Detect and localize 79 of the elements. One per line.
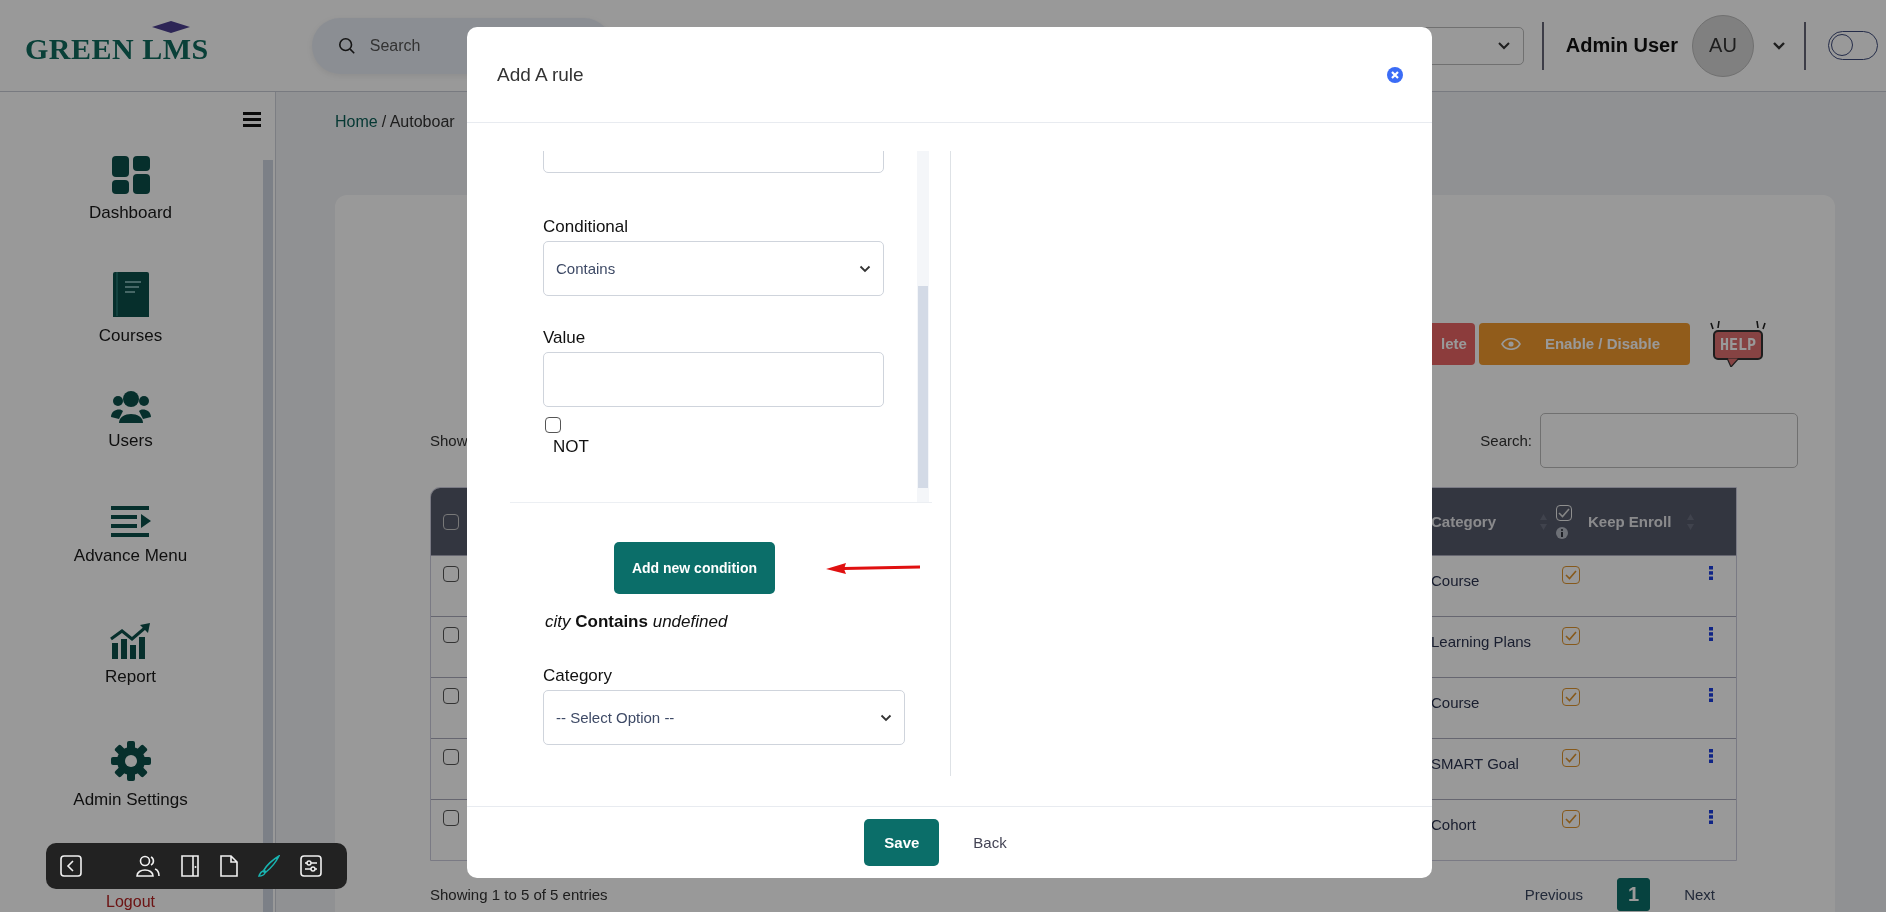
table-cell-text: Course bbox=[1431, 693, 1481, 711]
close-icon[interactable] bbox=[1387, 66, 1403, 83]
select-field[interactable]: Contains bbox=[543, 241, 884, 296]
graduation-cap-icon bbox=[151, 19, 191, 36]
checkbox-label: NOT bbox=[553, 437, 589, 457]
field-label: Conditional bbox=[543, 217, 629, 237]
pagination-link[interactable]: Next bbox=[1684, 882, 1715, 907]
field-label: Category bbox=[543, 666, 612, 686]
search-icon bbox=[337, 36, 356, 55]
checkbox[interactable] bbox=[1562, 749, 1580, 767]
checkbox[interactable] bbox=[443, 810, 459, 826]
book-icon[interactable] bbox=[110, 272, 151, 318]
chevron-icon bbox=[1496, 40, 1511, 51]
add-condition-button[interactable]: Add new condition bbox=[614, 542, 775, 594]
save-button[interactable]: Save bbox=[864, 819, 940, 866]
logout-link[interactable]: Logout bbox=[106, 893, 155, 911]
settings-icon[interactable] bbox=[109, 740, 152, 782]
table-cell-text: Cohort bbox=[1431, 815, 1478, 833]
list-icon[interactable] bbox=[110, 506, 151, 538]
more-icon[interactable] bbox=[1709, 749, 1713, 763]
search-label: Search: bbox=[1480, 432, 1532, 449]
sidebar-item[interactable]: Dashboard bbox=[88, 203, 173, 223]
sidebar-item[interactable]: Report bbox=[105, 667, 156, 687]
logo[interactable]: GREEN LMS bbox=[25, 31, 209, 65]
sidebar-item[interactable]: Users bbox=[108, 431, 153, 451]
toggle-switch[interactable] bbox=[1828, 31, 1878, 60]
checkbox[interactable] bbox=[443, 566, 459, 582]
checkbox[interactable] bbox=[1562, 566, 1580, 584]
menu-icon[interactable] bbox=[243, 112, 261, 127]
user-avatar[interactable]: AU bbox=[1692, 14, 1754, 77]
users-icon[interactable] bbox=[136, 855, 160, 877]
rule-summary: city Contains undefined bbox=[545, 612, 728, 632]
chart-icon[interactable] bbox=[109, 623, 152, 659]
length-label: Show bbox=[430, 432, 468, 449]
checkbox[interactable] bbox=[1562, 627, 1580, 645]
more-icon[interactable] bbox=[1709, 566, 1713, 580]
user-name: Admin User bbox=[1565, 34, 1678, 57]
checkbox[interactable] bbox=[443, 688, 459, 704]
brush-icon[interactable] bbox=[258, 855, 280, 877]
info-icon[interactable] bbox=[1556, 526, 1568, 539]
checkbox[interactable] bbox=[443, 627, 459, 643]
table-cell-text: Learning Plans bbox=[1431, 632, 1533, 650]
field-label: Value bbox=[543, 328, 586, 348]
checkbox[interactable] bbox=[443, 749, 459, 765]
chevron-icon[interactable] bbox=[1772, 40, 1786, 51]
more-icon[interactable] bbox=[1709, 688, 1713, 702]
more-icon[interactable] bbox=[1709, 627, 1713, 641]
sparkle-icon bbox=[1710, 320, 1766, 330]
input-field[interactable] bbox=[543, 352, 884, 407]
breadcrumb-link[interactable]: Home bbox=[335, 113, 378, 131]
speech-tail-icon bbox=[1727, 358, 1739, 367]
page-button[interactable]: 1 bbox=[1617, 878, 1651, 911]
back-icon[interactable] bbox=[60, 855, 82, 877]
table-cell-text: SMART Goal bbox=[1431, 754, 1520, 772]
table-info: Showing 1 to 5 of 5 entries bbox=[430, 886, 608, 903]
eye-icon bbox=[1500, 337, 1521, 350]
table-cell-text: Course bbox=[1431, 571, 1481, 589]
sidebar-item[interactable]: Courses bbox=[98, 326, 163, 346]
pagination-link[interactable]: Previous bbox=[1524, 882, 1584, 907]
checkbox[interactable] bbox=[1562, 688, 1580, 706]
door-icon[interactable] bbox=[180, 855, 200, 877]
checkbox[interactable] bbox=[545, 417, 561, 433]
breadcrumb-item: / Autoboar bbox=[381, 113, 455, 131]
scrollbar[interactable] bbox=[917, 151, 929, 502]
chevron-icon bbox=[880, 713, 892, 722]
file-icon[interactable] bbox=[220, 855, 238, 877]
checkbox[interactable] bbox=[1562, 810, 1580, 828]
column-header[interactable]: Keep Enroll bbox=[1588, 513, 1672, 530]
select-field[interactable]: -- Select Option -- bbox=[543, 690, 905, 745]
chevron-icon bbox=[859, 264, 871, 273]
scrollbar[interactable] bbox=[263, 160, 273, 912]
sidebar-item[interactable]: Advance Menu bbox=[73, 546, 188, 566]
search-field[interactable] bbox=[1540, 413, 1798, 468]
column-header[interactable]: Category bbox=[1431, 513, 1497, 530]
dashboard-icon[interactable] bbox=[110, 155, 151, 195]
back-button[interactable]: Back bbox=[961, 826, 1019, 859]
sidebar-item[interactable]: Admin Settings bbox=[73, 790, 188, 810]
settings-sliders-icon[interactable] bbox=[300, 855, 322, 877]
more-icon[interactable] bbox=[1709, 810, 1713, 824]
